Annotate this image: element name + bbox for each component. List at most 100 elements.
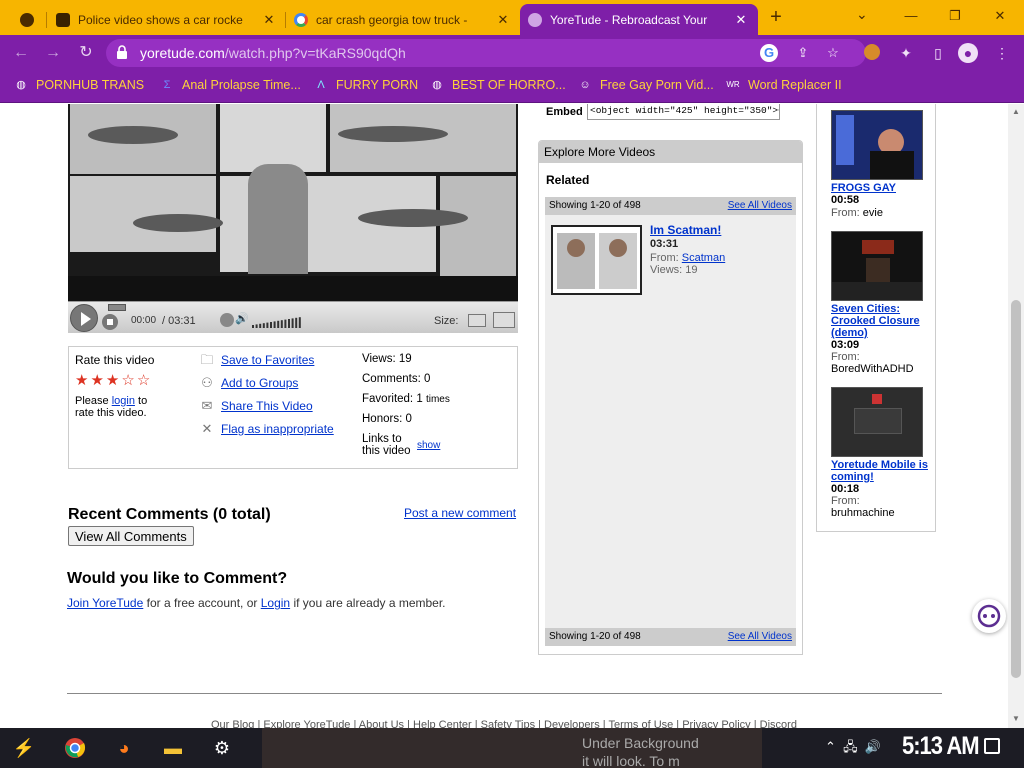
see-all-videos-link[interactable]: See All Videos (728, 200, 792, 211)
system-tray[interactable]: ⌃ 🖧 🔊 (825, 738, 881, 760)
mute-button[interactable] (220, 313, 234, 327)
tab-bar: Police video shows a car rocke ✕ car cra… (0, 0, 1024, 35)
chrome-taskbar-icon[interactable] (57, 732, 93, 764)
file-explorer-icon[interactable]: ▬ (155, 732, 191, 764)
face-icon: ☺ (579, 79, 591, 91)
extensions-puzzle-icon[interactable]: ✦ (896, 43, 916, 63)
join-link[interactable]: Join YoreTude (67, 596, 143, 610)
uploader-link[interactable]: Scatman (682, 252, 725, 264)
tab-pinned[interactable] (0, 4, 47, 35)
google-lens-icon[interactable]: G (760, 44, 778, 62)
volume-bar-segment (273, 321, 276, 328)
tab-search-chevron-icon[interactable]: ⌄ (856, 6, 868, 23)
video-title-link[interactable]: Yoretude Mobile is coming! (831, 459, 931, 483)
address-bar[interactable]: yoretude.com/watch.php?v=tKaRS90qdQh G ⇪… (106, 39, 866, 67)
bookmark-item[interactable]: WR Word Replacer II (726, 78, 841, 92)
tab-title: Police video shows a car rocke (78, 12, 243, 27)
globe-icon: ◍ (16, 79, 26, 91)
rating-star[interactable]: ☆ (121, 373, 134, 388)
related-video-thumbnail[interactable] (551, 225, 642, 295)
start-button-icon[interactable]: ⚡ (6, 732, 42, 764)
bookmark-item[interactable]: ◍ PORNHUB TRANS (14, 78, 144, 92)
reload-icon[interactable]: ↻ (75, 42, 97, 64)
settings-gear-icon[interactable]: ⚙ (204, 732, 240, 764)
rating-star[interactable]: ★ (106, 373, 119, 388)
volume-bar-segment (284, 319, 287, 328)
url-text[interactable]: yoretude.com/watch.php?v=tKaRS90qdQh (140, 45, 406, 61)
bookmark-item[interactable]: ◍ BEST OF HORRO... (430, 78, 565, 92)
add-groups-link[interactable]: ⚇ Add to Groups (199, 376, 298, 391)
scroll-down-arrow-icon[interactable]: ▼ (1010, 713, 1022, 725)
close-tab-icon[interactable]: ✕ (262, 12, 276, 28)
login-link[interactable]: Login (261, 596, 290, 610)
video-title-link[interactable]: FROGS GAY (831, 182, 931, 194)
close-tab-icon[interactable]: ✕ (496, 12, 510, 28)
firefox-taskbar-icon[interactable]: ◕ (106, 732, 142, 764)
tab-yoretude[interactable]: YoreTude - Rebroadcast Your ✕ (520, 4, 758, 35)
taskbar-clock[interactable]: 5:13 AM (902, 731, 980, 761)
comments-stat: Comments: 0 (362, 373, 431, 385)
back-icon[interactable]: ← (10, 42, 32, 64)
view-all-comments-button[interactable]: View All Comments (68, 526, 194, 546)
rating-star[interactable]: ☆ (137, 373, 150, 388)
bookmark-item[interactable]: Σ Anal Prolapse Time... (160, 78, 301, 92)
extension-avatar-icon[interactable] (864, 44, 880, 60)
seek-handle[interactable] (108, 304, 126, 311)
volume-bar-segment (298, 317, 301, 328)
stop-button[interactable] (102, 314, 118, 330)
notifications-icon[interactable] (984, 738, 1000, 754)
rating-star[interactable]: ★ (90, 373, 103, 388)
size-normal-button[interactable] (468, 314, 486, 327)
sidebar-videos: FROGS GAY 00:58 From: evie Seven Cities:… (816, 104, 936, 532)
video-title-link[interactable]: Seven Cities: Crooked Closure (demo) (831, 303, 931, 339)
see-all-videos-link[interactable]: See All Videos (728, 631, 792, 642)
links-show-link[interactable]: show (417, 440, 440, 451)
video-thumbnail[interactable] (831, 110, 923, 180)
minimize-icon[interactable]: — (896, 4, 926, 28)
rating-stars[interactable]: ★ ★ ★ ☆ ☆ (75, 373, 150, 388)
volume-bar-segment (280, 320, 283, 328)
forward-icon[interactable]: → (42, 42, 64, 64)
folder-icon: 🗀 (200, 352, 214, 367)
new-tab-button[interactable]: + (763, 5, 789, 31)
video-uploader: From: bruhmachine (831, 495, 895, 519)
video-thumbnail[interactable] (831, 387, 923, 457)
scroll-up-arrow-icon[interactable]: ▲ (1010, 106, 1022, 118)
play-button[interactable] (70, 304, 98, 332)
chat-assistant-bubble[interactable] (972, 599, 1006, 633)
size-large-button[interactable] (493, 312, 515, 328)
restore-icon[interactable]: ❐ (940, 4, 970, 28)
rating-star[interactable]: ★ (75, 373, 88, 388)
tab-google-search[interactable]: car crash georgia tow truck - ✕ (286, 4, 520, 35)
profile-icon[interactable]: ● (958, 43, 978, 63)
volume-slider[interactable] (252, 316, 306, 328)
save-favorites-link[interactable]: 🗀 Save to Favorites (199, 352, 314, 368)
bookmark-item[interactable]: Λ FURRY PORN (314, 78, 418, 92)
video-thumbnail[interactable] (831, 231, 923, 301)
links-label: Links to this video (362, 433, 411, 457)
footer-links[interactable]: Our Blog | Explore YoreTude | About Us |… (211, 719, 797, 728)
duration: / 03:31 (162, 315, 196, 327)
share-video-link[interactable]: ✉ Share This Video (199, 399, 313, 414)
close-window-icon[interactable]: ✕ (985, 4, 1015, 28)
embed-code-field[interactable]: <object width="425" height="350"><param (587, 104, 780, 120)
volume-bar-segment (255, 324, 258, 328)
related-video-title[interactable]: Im Scatman! (650, 223, 721, 237)
share-icon[interactable]: ⇪ (794, 44, 812, 62)
scrollbar-thumb[interactable] (1011, 300, 1021, 678)
related-video-from: From: Scatman (650, 252, 726, 264)
post-comment-link[interactable]: Post a new comment (404, 506, 516, 520)
lock-icon (117, 45, 127, 59)
flag-link[interactable]: ✕ Flag as inappropriate (199, 422, 334, 437)
video-frame[interactable] (68, 104, 518, 301)
bookmark-item[interactable]: ☺ Free Gay Porn Vid... (578, 78, 713, 92)
close-tab-icon[interactable]: ✕ (734, 12, 748, 28)
tab-police-video[interactable]: Police video shows a car rocke ✕ (48, 4, 286, 35)
menu-kebab-icon[interactable]: ⋮ (992, 43, 1012, 63)
embed-label: Embed (546, 106, 583, 118)
volume-bar-segment (277, 320, 280, 328)
side-panel-icon[interactable]: ▯ (928, 43, 948, 63)
car-favicon-icon (56, 12, 70, 27)
bookmark-star-icon[interactable]: ☆ (824, 44, 842, 62)
login-link[interactable]: login (112, 395, 135, 407)
